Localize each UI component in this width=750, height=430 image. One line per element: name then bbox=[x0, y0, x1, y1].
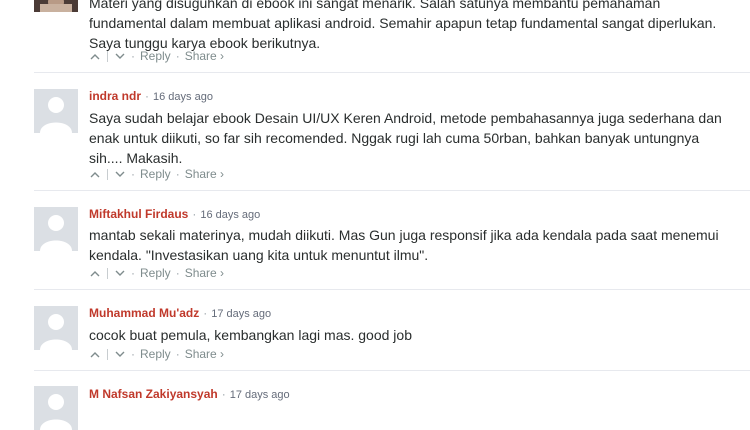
reply-button[interactable]: Reply bbox=[140, 347, 171, 361]
comment-time[interactable]: 17 days ago bbox=[211, 308, 271, 320]
comment-text-line: mantab sekali materinya, mudah diikuti. … bbox=[89, 227, 719, 243]
comment-meta: Muhammad Mu'adz · 17 days ago bbox=[89, 306, 271, 320]
comment-text-line: kendala. "Investasikan uang kita untuk m… bbox=[89, 247, 429, 263]
chevron-down-icon[interactable] bbox=[114, 49, 126, 63]
action-separator: · bbox=[131, 167, 135, 181]
reply-button[interactable]: Reply bbox=[140, 167, 171, 181]
action-separator: · bbox=[175, 49, 180, 63]
comment-thread: Materi yang disuguhkan di ebook ini sang… bbox=[0, 0, 750, 430]
user-photo-icon bbox=[34, 0, 78, 12]
default-avatar-icon bbox=[34, 306, 78, 350]
comment-text-line: Materi yang disuguhkan di ebook ini sang… bbox=[89, 0, 661, 11]
comment-actions: · Reply · Share › bbox=[89, 266, 224, 280]
comment-time[interactable]: 16 days ago bbox=[153, 91, 213, 103]
comment-text-line: Saya sudah belajar ebook Desain UI/UX Ke… bbox=[89, 110, 722, 126]
meta-separator: · bbox=[203, 306, 208, 320]
share-button[interactable]: Share › bbox=[185, 167, 224, 181]
vote-separator bbox=[107, 348, 108, 360]
comment-author[interactable]: Miftakhul Firdaus bbox=[89, 207, 188, 221]
avatar[interactable] bbox=[34, 0, 78, 12]
comment-meta: Miftakhul Firdaus · 16 days ago bbox=[89, 207, 260, 221]
chevron-down-icon[interactable] bbox=[114, 167, 126, 181]
avatar[interactable] bbox=[34, 306, 78, 350]
comment-divider bbox=[34, 72, 750, 73]
comment-meta: M Nafsan Zakiyansyah · 17 days ago bbox=[89, 387, 290, 401]
share-button[interactable]: Share › bbox=[185, 266, 224, 280]
chevron-up-icon[interactable] bbox=[89, 347, 101, 361]
meta-separator: · bbox=[192, 207, 197, 221]
avatar[interactable] bbox=[34, 207, 78, 251]
comment-text-line: fundamental dalam membuat aplikasi andro… bbox=[89, 15, 717, 31]
action-separator: · bbox=[175, 347, 180, 361]
comment-actions: · Reply · Share › bbox=[89, 49, 224, 63]
vote-separator bbox=[107, 168, 108, 180]
action-separator: · bbox=[131, 347, 135, 361]
comment-body: Saya sudah belajar ebook Desain UI/UX Ke… bbox=[89, 108, 729, 168]
comment-text-line: cocok buat pemula, kembangkan lagi mas. … bbox=[89, 327, 412, 343]
comment-divider bbox=[34, 289, 750, 290]
action-separator: · bbox=[131, 266, 135, 280]
action-separator: · bbox=[175, 266, 180, 280]
comment-body: cocok buat pemula, kembangkan lagi mas. … bbox=[89, 325, 729, 345]
avatar[interactable] bbox=[34, 89, 78, 133]
comment-divider bbox=[34, 370, 750, 371]
comment-divider bbox=[34, 190, 750, 191]
comment-text-line: enak untuk diikuti, so far sih recomende… bbox=[89, 130, 700, 146]
share-button[interactable]: Share › bbox=[185, 347, 224, 361]
chevron-up-icon[interactable] bbox=[89, 167, 101, 181]
comment-time[interactable]: 16 days ago bbox=[200, 209, 260, 221]
chevron-up-icon[interactable] bbox=[89, 266, 101, 280]
default-avatar-icon bbox=[34, 89, 78, 133]
chevron-down-icon[interactable] bbox=[114, 347, 126, 361]
default-avatar-icon bbox=[34, 386, 78, 430]
reply-button[interactable]: Reply bbox=[140, 266, 171, 280]
comment-body: mantab sekali materinya, mudah diikuti. … bbox=[89, 225, 729, 265]
meta-separator: · bbox=[145, 89, 150, 103]
comment-body: Materi yang disuguhkan di ebook ini sang… bbox=[89, 0, 729, 53]
action-separator: · bbox=[131, 49, 135, 63]
vote-separator bbox=[107, 50, 108, 62]
avatar[interactable] bbox=[34, 386, 78, 430]
comment-time[interactable]: 17 days ago bbox=[230, 389, 290, 401]
comment-text-line: sih.... Makasih. bbox=[89, 150, 183, 166]
action-separator: · bbox=[175, 167, 180, 181]
comment-actions: · Reply · Share › bbox=[89, 347, 224, 361]
comment-author[interactable]: indra ndr bbox=[89, 89, 141, 103]
reply-button[interactable]: Reply bbox=[140, 49, 171, 63]
comment-actions: · Reply · Share › bbox=[89, 167, 224, 181]
chevron-up-icon[interactable] bbox=[89, 49, 101, 63]
meta-separator: · bbox=[221, 387, 226, 401]
share-button[interactable]: Share › bbox=[185, 49, 224, 63]
chevron-down-icon[interactable] bbox=[114, 266, 126, 280]
comment-author[interactable]: M Nafsan Zakiyansyah bbox=[89, 387, 218, 401]
default-avatar-icon bbox=[34, 207, 78, 251]
comment-meta: indra ndr · 16 days ago bbox=[89, 89, 213, 103]
comment-author[interactable]: Muhammad Mu'adz bbox=[89, 306, 199, 320]
vote-separator bbox=[107, 267, 108, 279]
